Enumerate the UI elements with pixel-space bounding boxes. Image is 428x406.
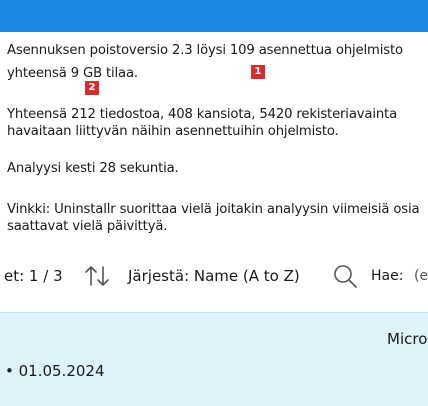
analysis-summary: Asennuksen poistoversio 2.3 löysi 109 as…	[0, 32, 428, 254]
program-list: Micro • 01.05.2024	[0, 298, 428, 406]
sort-dropdown[interactable]: Järjestä: Name (A to Z)	[128, 266, 300, 286]
program-install-date: • 01.05.2024	[5, 362, 105, 380]
search-label: Hae:	[371, 268, 404, 284]
summary-line-tip: Vinkki: Uninstallr suorittaa vielä joita…	[7, 202, 420, 217]
sort-icon[interactable]	[83, 263, 111, 289]
summary-line-duration: Analyysi kesti 28 sekuntia.	[7, 161, 179, 176]
program-row[interactable]: Micro • 01.05.2024	[0, 312, 428, 406]
program-publisher: Micro	[387, 330, 428, 348]
list-toolbar: et: 1 / 3 Järjestä: Name (A to Z) Hae: (…	[0, 254, 428, 298]
annotation-badge-1: 1	[251, 65, 265, 79]
search-input[interactable]: (e	[414, 266, 428, 286]
annotation-badge-2: 2	[85, 81, 99, 95]
search-icon[interactable]	[333, 264, 357, 288]
summary-line-files: Yhteensä 212 tiedostoa, 408 kansiota, 54…	[7, 107, 398, 122]
title-bar	[0, 0, 428, 32]
summary-line-installed-count: Asennuksen poistoversio 2.3 löysi 109 as…	[7, 43, 403, 58]
summary-line-tip-cont: saattavat vielä päivittyä.	[7, 219, 168, 234]
summary-line-related: havaitaan liittyvän näihin asennettuihin…	[7, 124, 339, 139]
page-indicator: et: 1 / 3	[4, 267, 63, 285]
summary-line-space: yhteensä 9 GB tilaa.	[7, 66, 138, 81]
